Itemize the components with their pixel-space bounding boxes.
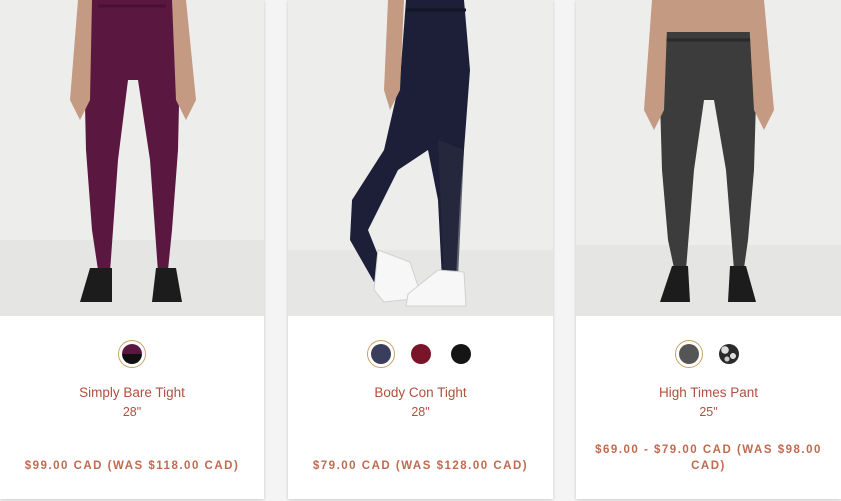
product-inseam: 28" <box>122 405 142 419</box>
swatch-color-dot <box>370 344 391 364</box>
product-image[interactable] <box>0 0 264 316</box>
product-image[interactable] <box>576 0 841 316</box>
color-swatch-navy[interactable] <box>366 340 395 368</box>
product-inseam: 28" <box>411 405 430 419</box>
color-swatch-burgundy[interactable] <box>407 340 435 368</box>
product-grid: Simply Bare Tight 28" $99.00 CAD (WAS $1… <box>0 0 841 501</box>
color-swatch-black[interactable] <box>447 340 475 368</box>
color-swatches <box>0 340 264 368</box>
product-name[interactable]: High Times Pant <box>576 385 841 400</box>
swatch-color-dot <box>718 344 739 364</box>
product-inseam: 25" <box>699 405 718 419</box>
product-name[interactable]: Simply Bare Tight <box>0 385 264 400</box>
product-card[interactable]: High Times Pant 25" $69.00 - $79.00 CAD … <box>576 0 841 499</box>
product-price: $99.00 CAD (WAS $118.00 CAD) <box>24 460 240 472</box>
color-swatches <box>576 340 841 368</box>
swatch-color-dot <box>450 344 471 364</box>
color-swatches <box>288 340 553 368</box>
swatch-color-dot <box>678 344 699 364</box>
color-swatch-heathered-grey[interactable] <box>674 340 703 368</box>
product-card[interactable]: Simply Bare Tight 28" $99.00 CAD (WAS $1… <box>0 0 264 499</box>
color-swatch-black-print[interactable] <box>715 340 743 368</box>
product-price: $69.00 - $79.00 CAD (WAS $98.00 CAD) <box>595 444 822 472</box>
product-price: $79.00 CAD (WAS $128.00 CAD) <box>312 460 529 472</box>
product-image[interactable] <box>288 0 553 316</box>
product-card[interactable]: Body Con Tight 28" $79.00 CAD (WAS $128.… <box>288 0 553 499</box>
color-swatch-plum-black[interactable] <box>118 340 146 368</box>
swatch-color-dot <box>410 344 431 364</box>
swatch-color-dot <box>122 344 142 364</box>
product-name[interactable]: Body Con Tight <box>288 385 553 400</box>
